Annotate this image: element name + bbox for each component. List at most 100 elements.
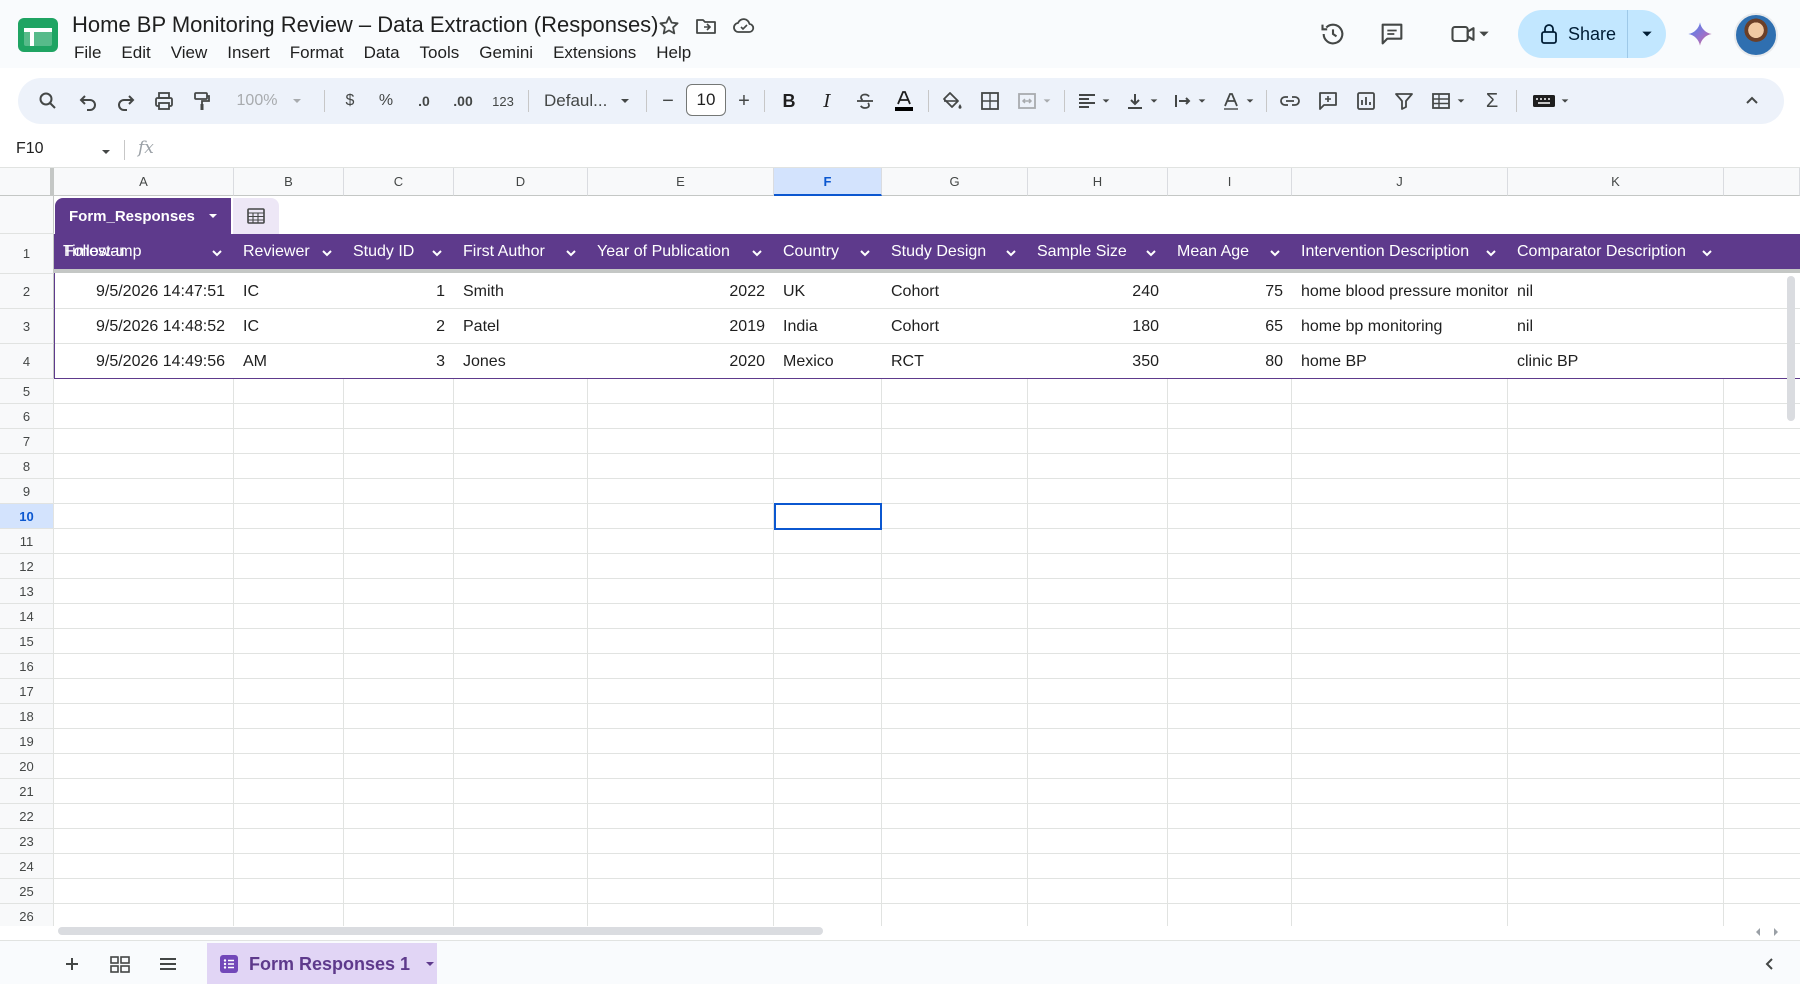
column-header-a[interactable]: A (54, 168, 234, 196)
table-cell[interactable]: home bp monitoring (1292, 309, 1508, 344)
move-folder-icon[interactable] (694, 14, 718, 38)
zoom-select[interactable]: 100% (232, 85, 308, 117)
chevron-down-icon[interactable] (1004, 246, 1018, 260)
table-cell[interactable]: nil (1508, 274, 1724, 309)
chevron-down-icon[interactable] (564, 246, 578, 260)
column-header-f[interactable]: F (774, 168, 882, 196)
paint-format-button[interactable] (186, 85, 218, 117)
column-header-k[interactable]: K (1508, 168, 1724, 196)
column-header-l[interactable] (1724, 168, 1800, 196)
row-header-13[interactable]: 13 (0, 579, 54, 604)
more-formats-button[interactable]: 123 (486, 85, 520, 117)
table-cell[interactable]: 2019 (588, 309, 774, 344)
column-header-i[interactable]: I (1168, 168, 1292, 196)
table-cell[interactable]: 9/5/2026 14:47:51 (54, 274, 234, 309)
column-header-c[interactable]: C (344, 168, 454, 196)
meet-button[interactable] (1440, 16, 1500, 52)
gemini-button[interactable] (1680, 16, 1720, 52)
user-avatar[interactable] (1734, 13, 1778, 57)
chevron-down-icon[interactable] (100, 146, 112, 158)
text-color-button[interactable] (888, 85, 920, 117)
insert-link-button[interactable] (1274, 85, 1306, 117)
frozen-row-divider[interactable] (54, 269, 1800, 273)
column-header-e[interactable]: E (588, 168, 774, 196)
column-header-h[interactable]: H (1028, 168, 1168, 196)
merge-cells-button[interactable] (1010, 85, 1058, 117)
vertical-align-button[interactable] (1120, 85, 1164, 117)
table-cell[interactable]: 350 (1028, 344, 1168, 379)
table-cell[interactable]: 2020 (588, 344, 774, 379)
row-header-24[interactable]: 24 (0, 854, 54, 879)
insert-chart-button[interactable] (1350, 85, 1382, 117)
formula-input[interactable] (170, 138, 1770, 162)
add-sheet-button[interactable] (54, 949, 90, 979)
selected-cell-f10[interactable] (774, 503, 882, 530)
cloud-status-icon[interactable] (732, 14, 756, 38)
horizontal-scrollbar-thumb[interactable] (58, 927, 823, 935)
menu-tools[interactable]: Tools (410, 42, 470, 66)
row-header-22[interactable]: 22 (0, 804, 54, 829)
row-header-2[interactable]: 2 (0, 274, 54, 309)
chevron-down-icon[interactable] (1268, 246, 1282, 260)
menu-gemini[interactable]: Gemini (469, 42, 543, 66)
all-sheets-button[interactable] (150, 949, 186, 979)
table-cell[interactable]: Jones (454, 344, 588, 379)
chevron-down-icon[interactable] (1700, 246, 1714, 260)
row-header-7[interactable]: 7 (0, 429, 54, 454)
menu-edit[interactable]: Edit (111, 42, 160, 66)
table-cell[interactable]: 2022 (588, 274, 774, 309)
table-cell[interactable]: 65 (1168, 309, 1292, 344)
row-header-16[interactable]: 16 (0, 654, 54, 679)
text-rotation-button[interactable] (1216, 85, 1260, 117)
table-cell[interactable]: 75 (1168, 274, 1292, 309)
search-menus-button[interactable] (32, 85, 64, 117)
sheet-tab-form-responses-1[interactable]: Form Responses 1 (207, 943, 437, 984)
font-size-decrease-button[interactable]: − (654, 85, 682, 117)
name-box[interactable]: F10 (16, 140, 44, 158)
menu-extensions[interactable]: Extensions (543, 42, 646, 66)
table-cell[interactable]: Cohort (882, 309, 1028, 344)
row-header-9[interactable]: 9 (0, 479, 54, 504)
scroll-right-icon[interactable] (1770, 926, 1782, 938)
chevron-down-icon[interactable] (1484, 246, 1498, 260)
decrease-decimal-button[interactable]: .0 (408, 85, 440, 117)
table-cell[interactable]: 1 (344, 274, 454, 309)
share-button[interactable]: Share (1518, 10, 1628, 58)
row-header-11[interactable]: 11 (0, 529, 54, 554)
table-view-button[interactable] (233, 198, 279, 234)
table-cell[interactable]: 9/5/2026 14:48:52 (54, 309, 234, 344)
table-cell[interactable]: 180 (1028, 309, 1168, 344)
hide-menus-button[interactable] (1736, 85, 1768, 117)
column-header-b[interactable]: B (234, 168, 344, 196)
row-header-3[interactable]: 3 (0, 309, 54, 344)
select-all-corner[interactable] (0, 168, 54, 196)
increase-decimal-button[interactable]: .00 (446, 85, 480, 117)
column-header-d[interactable]: D (454, 168, 588, 196)
table-cell[interactable]: 3 (344, 344, 454, 379)
column-header-g[interactable]: G (882, 168, 1028, 196)
row-header-20[interactable]: 20 (0, 754, 54, 779)
sheet-view-button[interactable] (102, 949, 138, 979)
document-title[interactable]: Home BP Monitoring Review – Data Extract… (72, 12, 659, 38)
star-icon[interactable] (657, 14, 681, 38)
font-size-input[interactable]: 10 (686, 84, 726, 116)
column-header-j[interactable]: J (1292, 168, 1508, 196)
row-header-1[interactable]: 1 (0, 234, 54, 274)
menu-view[interactable]: View (161, 42, 218, 66)
row-header-21[interactable]: 21 (0, 779, 54, 804)
row-header-15[interactable]: 15 (0, 629, 54, 654)
font-size-increase-button[interactable]: + (730, 85, 758, 117)
input-tools-button[interactable] (1526, 85, 1576, 117)
menu-format[interactable]: Format (280, 42, 354, 66)
functions-button[interactable]: Σ (1476, 85, 1508, 117)
table-cell[interactable]: IC (234, 274, 344, 309)
table-cell[interactable]: India (774, 309, 882, 344)
table-cell[interactable]: UK (774, 274, 882, 309)
table-column-header[interactable]: Follow-u (55, 234, 255, 270)
spreadsheet-grid[interactable]: ABCDEFGHIJK 1 2 3 4 5 6 7 8 9 10 11 12 13 14 15 16 17 18 1… (0, 168, 1800, 926)
table-cell[interactable]: AM (234, 344, 344, 379)
chevron-down-icon[interactable] (320, 246, 334, 260)
insert-comment-button[interactable] (1312, 85, 1344, 117)
font-select[interactable]: Defaul... (540, 85, 638, 117)
chevron-down-icon[interactable] (1144, 246, 1158, 260)
